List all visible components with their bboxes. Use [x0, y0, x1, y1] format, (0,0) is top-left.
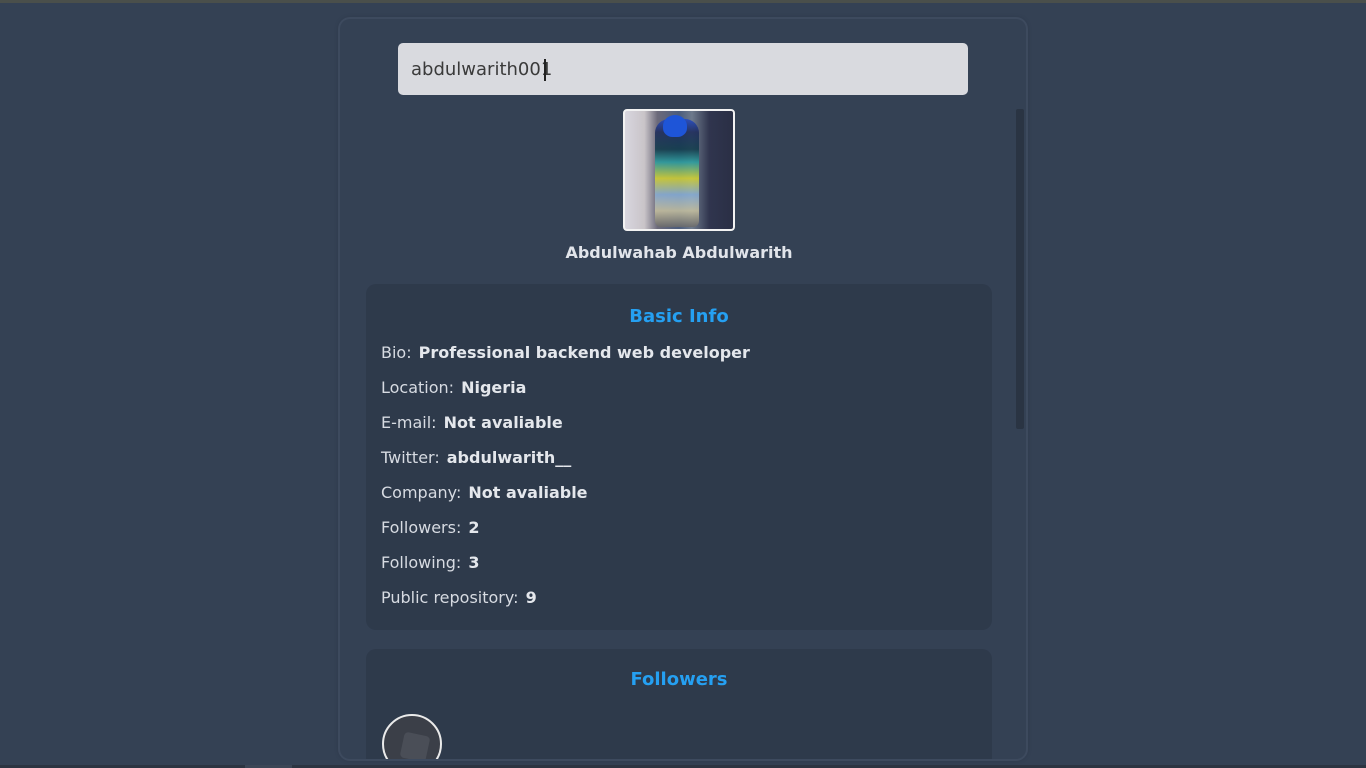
public-repos-row: Public repository: 9 [381, 588, 537, 607]
public-repos-value: 9 [525, 588, 537, 607]
company-row: Company: Not avaliable [381, 483, 588, 502]
following-count-label: Following: [381, 553, 462, 572]
text-caret [544, 59, 546, 81]
followers-count-row: Followers: 2 [381, 518, 479, 537]
bio-label: Bio: [381, 343, 412, 362]
profile-name: Abdulwahab Abdulwarith [565, 243, 793, 262]
profile-panel: Abdulwahab Abdulwarith Basic Info Bio: Pr… [340, 19, 1026, 759]
email-value: Not avaliable [443, 413, 563, 432]
twitter-label: Twitter: [381, 448, 440, 467]
public-repos-label: Public repository: [381, 588, 519, 607]
location-label: Location: [381, 378, 455, 397]
profile-avatar [623, 109, 735, 231]
followers-card: Followers [366, 649, 992, 759]
email-label: E-mail: [381, 413, 437, 432]
bio-value: Professional backend web developer [418, 343, 750, 362]
following-count-row: Following: 3 [381, 553, 479, 572]
panel-scrollbar[interactable] [1016, 109, 1024, 429]
basic-info-card: Basic Info Bio: Professional backend web … [366, 284, 992, 630]
location-value: Nigeria [461, 378, 527, 397]
bio-row: Bio: Professional backend web developer [381, 343, 750, 362]
follower-avatar-icon [399, 731, 431, 759]
username-search-input[interactable] [398, 43, 968, 95]
window-top-border [0, 0, 1366, 3]
followers-count-label: Followers: [381, 518, 462, 537]
email-row: E-mail: Not avaliable [381, 413, 563, 432]
following-count-value: 3 [468, 553, 480, 572]
follower-avatar[interactable] [382, 714, 442, 759]
company-value: Not avaliable [468, 483, 588, 502]
basic-info-title: Basic Info [629, 306, 729, 327]
twitter-value: abdulwarith__ [446, 448, 572, 467]
avatar-head [663, 115, 687, 137]
company-label: Company: [381, 483, 462, 502]
location-row: Location: Nigeria [381, 378, 526, 397]
followers-count-value: 2 [468, 518, 480, 537]
twitter-row: Twitter: abdulwarith__ [381, 448, 571, 467]
followers-title: Followers [630, 669, 728, 690]
